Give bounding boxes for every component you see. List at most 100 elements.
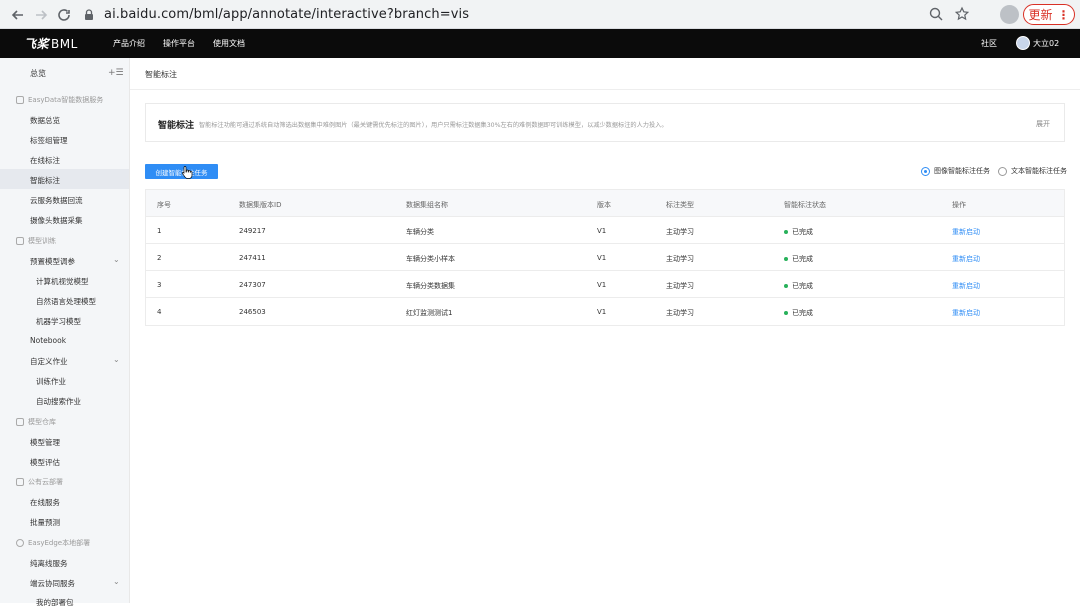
sidebar-item-edge-cloud[interactable]: 端云协同服务 bbox=[30, 578, 75, 589]
logo-prefix: 飞桨 bbox=[24, 37, 50, 51]
cube-icon bbox=[16, 237, 24, 245]
sidebar-item-online-annotate[interactable]: 在线标注 bbox=[30, 155, 60, 166]
chevron-down-icon[interactable]: ⌄ bbox=[113, 577, 120, 586]
table-row: 2 247411 车辆分类小样本 V1 主动学习 已完成 重新启动 bbox=[146, 244, 1064, 271]
cell-annotate-type: 主动学习 bbox=[666, 309, 694, 317]
restart-link[interactable]: 重新启动 bbox=[952, 227, 980, 237]
cell-annotate-type: 主动学习 bbox=[666, 255, 694, 263]
expand-link[interactable]: 展开 bbox=[1036, 119, 1050, 129]
cell-index: 2 bbox=[157, 254, 162, 262]
restart-link[interactable]: 重新启动 bbox=[952, 254, 980, 264]
sidebar-item-cv-model[interactable]: 计算机视觉模型 bbox=[36, 276, 89, 287]
sidebar-item-batch-predict[interactable]: 批量预测 bbox=[30, 517, 60, 528]
sidebar-item-label-group[interactable]: 标签组管理 bbox=[30, 135, 68, 146]
cell-annotate-type: 主动学习 bbox=[666, 228, 694, 236]
radio-text-task[interactable] bbox=[998, 166, 1007, 176]
sidebar-section-easyedge: EasyEdge本地部署 bbox=[16, 538, 90, 548]
restart-link[interactable]: 重新启动 bbox=[952, 308, 980, 318]
cell-status: 已完成 bbox=[784, 254, 813, 264]
cell-status: 已完成 bbox=[784, 227, 813, 237]
update-button[interactable]: 更新 ⋮ bbox=[1023, 4, 1075, 25]
sidebar-item-train-job[interactable]: 训练作业 bbox=[36, 376, 66, 387]
status-dot-icon bbox=[784, 257, 788, 261]
sidebar-item-auto-search[interactable]: 自动搜索作业 bbox=[36, 396, 81, 407]
nav-community[interactable]: 社区 bbox=[981, 38, 997, 49]
col-header-status: 智能标注状态 bbox=[784, 201, 826, 209]
sidebar-section-training: 模型训练 bbox=[16, 236, 56, 246]
cell-group-name: 车辆分类小样本 bbox=[406, 255, 455, 263]
sidebar-item-model-eval[interactable]: 模型评估 bbox=[30, 457, 60, 468]
logo[interactable]: 飞桨 BML bbox=[24, 35, 78, 52]
sidebar-section-public-cloud: 公有云部署 bbox=[16, 477, 63, 487]
reload-icon[interactable] bbox=[52, 3, 76, 27]
radio-image-task[interactable] bbox=[921, 166, 930, 176]
sidebar-item-model-manage[interactable]: 模型管理 bbox=[30, 437, 60, 448]
status-dot-icon bbox=[784, 284, 788, 288]
cell-version-id: 246503 bbox=[239, 308, 266, 316]
divider bbox=[130, 89, 1080, 90]
sidebar-item-cloud-reflow[interactable]: 云服务数据回流 bbox=[30, 195, 83, 206]
kebab-menu-icon: ⋮ bbox=[1057, 7, 1070, 22]
star-icon[interactable] bbox=[952, 4, 972, 24]
nav-platform[interactable]: 操作平台 bbox=[163, 38, 195, 49]
sidebar-item-data-overview[interactable]: 数据总览 bbox=[30, 115, 60, 126]
cell-version-id: 247411 bbox=[239, 254, 266, 262]
table-header-row: 序号 数据集版本ID 数据集组名称 版本 标注类型 智能标注状态 操作 bbox=[146, 190, 1064, 217]
back-icon[interactable] bbox=[6, 3, 30, 27]
cloud-icon bbox=[16, 478, 24, 486]
sidebar-overview[interactable]: 总览 bbox=[30, 68, 46, 79]
sidebar-item-preset-tuning[interactable]: 预置模型调参 bbox=[30, 256, 75, 267]
lock-icon bbox=[85, 8, 93, 20]
col-header-annotate-type: 标注类型 bbox=[666, 201, 694, 209]
url-text: ai.baidu.com/bml/app/annotate/interactiv… bbox=[104, 7, 470, 22]
status-dot-icon bbox=[784, 311, 788, 315]
chevron-down-icon[interactable]: ⌄ bbox=[113, 255, 120, 264]
cell-version-id: 249217 bbox=[239, 227, 266, 235]
task-type-radio-group: 图像智能标注任务 文本智能标注任务 bbox=[921, 166, 1067, 176]
table-row: 3 247307 车辆分类数据集 V1 主动学习 已完成 重新启动 bbox=[146, 271, 1064, 298]
profile-avatar[interactable] bbox=[1000, 5, 1019, 24]
sidebar-item-online-service[interactable]: 在线服务 bbox=[30, 497, 60, 508]
col-header-action: 操作 bbox=[952, 201, 966, 209]
user-avatar[interactable] bbox=[1016, 36, 1030, 50]
sidebar: 总览 +☰ EasyData智能数据服务 数据总览 标签组管理 在线标注 智能标… bbox=[0, 58, 130, 607]
warehouse-icon bbox=[16, 418, 24, 426]
restart-link[interactable]: 重新启动 bbox=[952, 281, 980, 291]
sidebar-item-nlp-model[interactable]: 自然语言处理模型 bbox=[36, 296, 96, 307]
user-name[interactable]: 大立02 bbox=[1033, 38, 1059, 49]
forward-icon[interactable] bbox=[29, 3, 53, 27]
status-text: 已完成 bbox=[792, 255, 813, 263]
cell-group-name: 红灯监测测试1 bbox=[406, 309, 453, 317]
task-table: 序号 数据集版本ID 数据集组名称 版本 标注类型 智能标注状态 操作 1 24… bbox=[145, 189, 1065, 326]
info-description: 智能标注功能可通过系统自动筛选出数据集中难例图片（最关键需优先标注的图片），用户… bbox=[199, 122, 668, 129]
col-header-version-id: 数据集版本ID bbox=[239, 201, 282, 209]
radio-text-label[interactable]: 文本智能标注任务 bbox=[1011, 166, 1067, 176]
section-title: EasyEdge本地部署 bbox=[28, 539, 91, 547]
sidebar-item-camera-collect[interactable]: 摄像头数据采集 bbox=[30, 215, 83, 226]
zoom-icon[interactable] bbox=[926, 4, 946, 24]
table-row: 4 246503 红灯监测测试1 V1 主动学习 已完成 重新启动 bbox=[146, 298, 1064, 325]
breadcrumb: 智能标注 bbox=[145, 70, 177, 79]
sidebar-item-custom-job[interactable]: 自定义作业 bbox=[30, 356, 68, 367]
sidebar-section-easydata: EasyData智能数据服务 bbox=[16, 95, 103, 105]
info-card: 智能标注 智能标注功能可通过系统自动筛选出数据集中难例图片（最关键需优先标注的图… bbox=[145, 103, 1065, 142]
cell-status: 已完成 bbox=[784, 281, 813, 291]
nav-docs[interactable]: 使用文档 bbox=[213, 38, 245, 49]
table-row: 1 249217 车辆分类 V1 主动学习 已完成 重新启动 bbox=[146, 217, 1064, 244]
col-header-group-name: 数据集组名称 bbox=[406, 201, 448, 209]
chevron-down-icon[interactable]: ⌄ bbox=[113, 355, 120, 364]
sidebar-item-notebook[interactable]: Notebook bbox=[30, 336, 66, 345]
collapse-sidebar-icon[interactable]: +☰ bbox=[108, 68, 124, 78]
nav-product-intro[interactable]: 产品介绍 bbox=[113, 38, 145, 49]
cell-annotate-type: 主动学习 bbox=[666, 282, 694, 290]
cell-version: V1 bbox=[597, 254, 607, 262]
sidebar-item-ml-model[interactable]: 机器学习模型 bbox=[36, 316, 81, 327]
address-bar[interactable]: ai.baidu.com/bml/app/annotate/interactiv… bbox=[82, 4, 972, 25]
cell-version: V1 bbox=[597, 227, 607, 235]
col-header-version: 版本 bbox=[597, 201, 611, 209]
hand-cursor-icon bbox=[182, 166, 193, 179]
sidebar-active-highlight bbox=[0, 169, 129, 189]
sidebar-item-smart-annotate[interactable]: 智能标注 bbox=[30, 175, 60, 186]
sidebar-item-offline-service[interactable]: 纯离线服务 bbox=[30, 558, 68, 569]
radio-image-label[interactable]: 图像智能标注任务 bbox=[934, 166, 990, 176]
